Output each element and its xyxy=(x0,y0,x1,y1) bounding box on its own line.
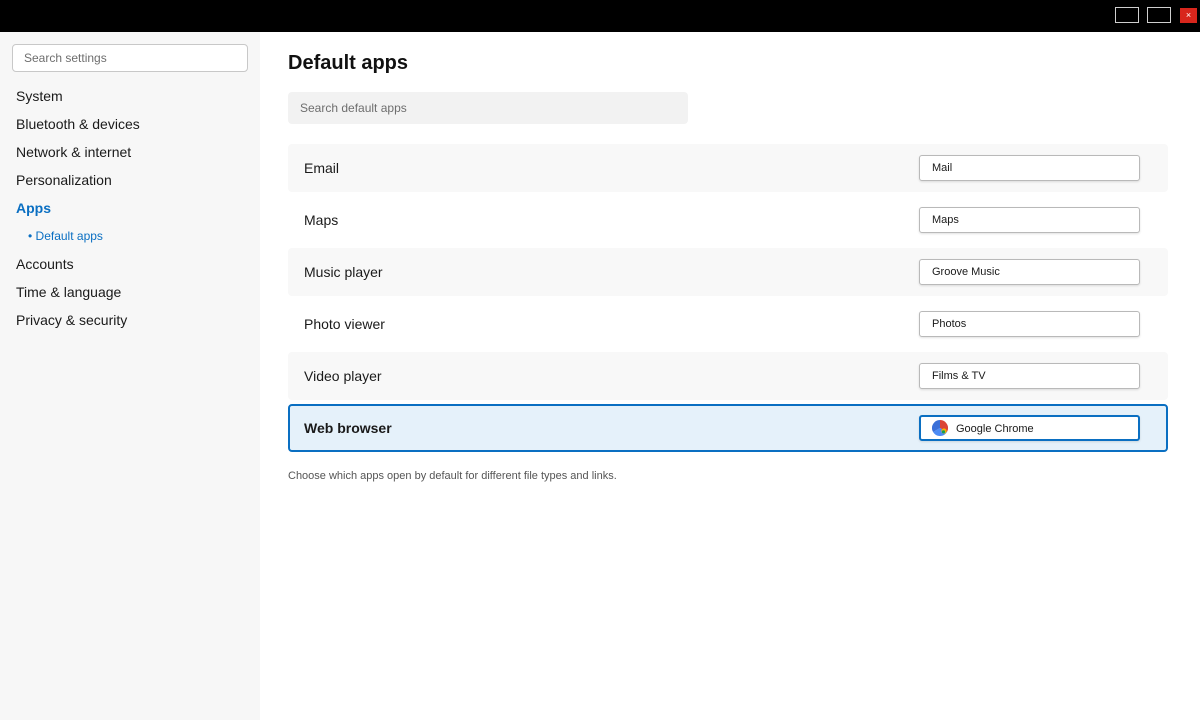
sidebar-nav: System Bluetooth & devices Network & int… xyxy=(16,86,140,338)
app-select-value: Films & TV xyxy=(932,370,986,382)
sidebar-item-accounts[interactable]: Accounts xyxy=(16,254,140,282)
search-settings-input[interactable] xyxy=(12,44,248,72)
help-text: Choose which apps open by default for di… xyxy=(288,470,617,482)
app-row-music-player: Music player Groove Music xyxy=(288,248,1168,296)
app-category-label: Music player xyxy=(304,264,383,280)
default-apps-list: Email Mail Maps Maps Music player Groove… xyxy=(288,144,1168,456)
minimize-button[interactable] xyxy=(1115,7,1139,23)
sidebar-item-personalization[interactable]: Personalization xyxy=(16,170,140,198)
app-select-value: Groove Music xyxy=(932,266,1000,278)
page-title: Default apps xyxy=(288,52,409,74)
app-select-value: Mail xyxy=(932,162,953,174)
app-row-maps: Maps Maps xyxy=(288,196,1168,244)
app-category-label: Photo viewer xyxy=(304,316,385,332)
app-select-web-browser[interactable]: Google Chrome xyxy=(919,415,1140,441)
sidebar-item-network-internet[interactable]: Network & internet xyxy=(16,142,140,170)
app-category-label: Email xyxy=(304,160,340,176)
app-select-value: Photos xyxy=(932,318,967,330)
main-content: Default apps Email Mail Maps Maps Music … xyxy=(260,32,1200,720)
app-select-maps[interactable]: Maps xyxy=(919,207,1140,233)
app-row-photo-viewer: Photo viewer Photos xyxy=(288,300,1168,348)
app-category-label: Web browser xyxy=(304,420,392,436)
close-icon: × xyxy=(1185,10,1192,20)
chrome-icon xyxy=(932,420,948,436)
app-row-video-player: Video player Films & TV xyxy=(288,352,1168,400)
maximize-button[interactable] xyxy=(1147,7,1171,23)
sidebar-item-default-apps[interactable]: • Default apps xyxy=(16,226,140,254)
app-select-value: Google Chrome xyxy=(956,423,1034,435)
search-default-apps-input[interactable] xyxy=(288,92,688,124)
sidebar-item-system[interactable]: System xyxy=(16,86,140,114)
app-select-email[interactable]: Mail xyxy=(919,155,1140,181)
app-select-video-player[interactable]: Films & TV xyxy=(919,363,1140,389)
app-category-label: Maps xyxy=(304,212,339,228)
app-row-web-browser[interactable]: Web browser Google Chrome xyxy=(288,404,1168,452)
sidebar-item-apps[interactable]: Apps xyxy=(16,198,140,226)
app-select-value: Maps xyxy=(932,214,959,226)
app-category-label: Video player xyxy=(304,368,382,384)
sidebar-item-bluetooth-devices[interactable]: Bluetooth & devices xyxy=(16,114,140,142)
sidebar-item-time-language[interactable]: Time & language xyxy=(16,282,140,310)
close-button[interactable]: × xyxy=(1180,8,1197,23)
app-row-email: Email Mail xyxy=(288,144,1168,192)
sidebar: System Bluetooth & devices Network & int… xyxy=(0,32,260,720)
app-select-photo-viewer[interactable]: Photos xyxy=(919,311,1140,337)
title-bar: × xyxy=(0,0,1200,32)
app-select-music-player[interactable]: Groove Music xyxy=(919,259,1140,285)
sidebar-item-privacy-security[interactable]: Privacy & security xyxy=(16,310,140,338)
